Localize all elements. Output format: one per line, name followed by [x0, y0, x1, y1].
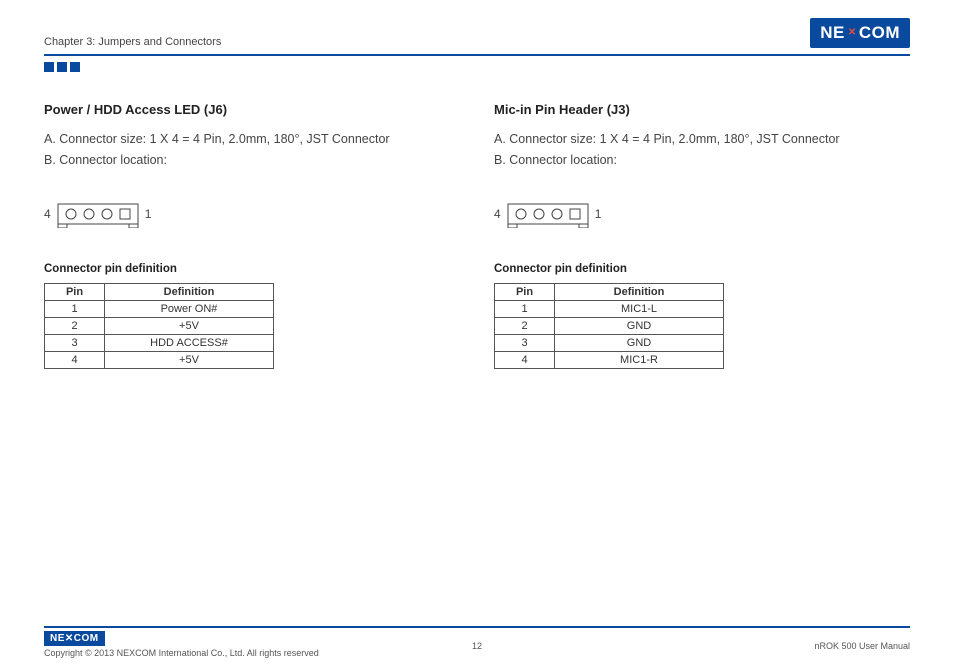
page-number: 12 — [472, 631, 482, 651]
th-def: Definition — [555, 283, 724, 300]
logo-x-icon — [845, 23, 859, 43]
table-header-row: Pin Definition — [45, 283, 274, 300]
table-row: 4+5V — [45, 351, 274, 368]
right-connector-diagram: 4 1 — [494, 200, 894, 228]
right-pin-label-1: 1 — [595, 207, 602, 221]
connector-icon — [57, 200, 139, 228]
right-line-b: B. Connector location: — [494, 150, 894, 171]
right-line-a: A. Connector size: 1 X 4 = 4 Pin, 2.0mm,… — [494, 129, 894, 150]
nexcom-logo: NE COM — [810, 18, 910, 48]
left-connector-diagram: 4 1 — [44, 200, 444, 228]
table-row: 1Power ON# — [45, 300, 274, 317]
content-area: Power / HDD Access LED (J6) A. Connector… — [44, 102, 910, 369]
page-header: Chapter 3: Jumpers and Connectors NE COM — [44, 18, 910, 48]
table-header-row: Pin Definition — [495, 283, 724, 300]
header-rule — [44, 54, 910, 56]
left-pin-label-1: 1 — [145, 207, 152, 221]
footer-logo: NE✕COM — [44, 631, 105, 646]
logo-post: COM — [859, 23, 900, 43]
chapter-title: Chapter 3: Jumpers and Connectors — [44, 36, 221, 48]
copyright-text: Copyright © 2013 NEXCOM International Co… — [44, 648, 319, 658]
table-row: 3GND — [495, 334, 724, 351]
th-pin: Pin — [45, 283, 105, 300]
right-pin-table: Pin Definition 1MIC1-L 2GND 3GND 4MIC1-R — [494, 283, 724, 369]
connector-icon — [507, 200, 589, 228]
th-pin: Pin — [495, 283, 555, 300]
decorative-squares — [44, 62, 910, 72]
table-row: 4MIC1-R — [495, 351, 724, 368]
table-row: 2+5V — [45, 317, 274, 334]
right-section-title: Mic-in Pin Header (J3) — [494, 102, 894, 117]
table-row: 2GND — [495, 317, 724, 334]
footer-left: NE✕COM Copyright © 2013 NEXCOM Internati… — [44, 631, 472, 658]
footer-rule — [44, 626, 910, 628]
right-table-title: Connector pin definition — [494, 263, 894, 275]
left-table-title: Connector pin definition — [44, 263, 444, 275]
left-section-title: Power / HDD Access LED (J6) — [44, 102, 444, 117]
left-pin-table: Pin Definition 1Power ON# 2+5V 3HDD ACCE… — [44, 283, 274, 369]
table-row: 1MIC1-L — [495, 300, 724, 317]
left-line-b: B. Connector location: — [44, 150, 444, 171]
logo-pre: NE — [820, 23, 845, 43]
manual-name: nROK 500 User Manual — [482, 631, 910, 651]
page-footer: NE✕COM Copyright © 2013 NEXCOM Internati… — [44, 626, 910, 658]
right-column: Mic-in Pin Header (J3) A. Connector size… — [494, 102, 894, 369]
th-def: Definition — [105, 283, 274, 300]
left-line-a: A. Connector size: 1 X 4 = 4 Pin, 2.0mm,… — [44, 129, 444, 150]
table-row: 3HDD ACCESS# — [45, 334, 274, 351]
left-column: Power / HDD Access LED (J6) A. Connector… — [44, 102, 444, 369]
right-pin-label-4: 4 — [494, 207, 501, 221]
left-pin-label-4: 4 — [44, 207, 51, 221]
